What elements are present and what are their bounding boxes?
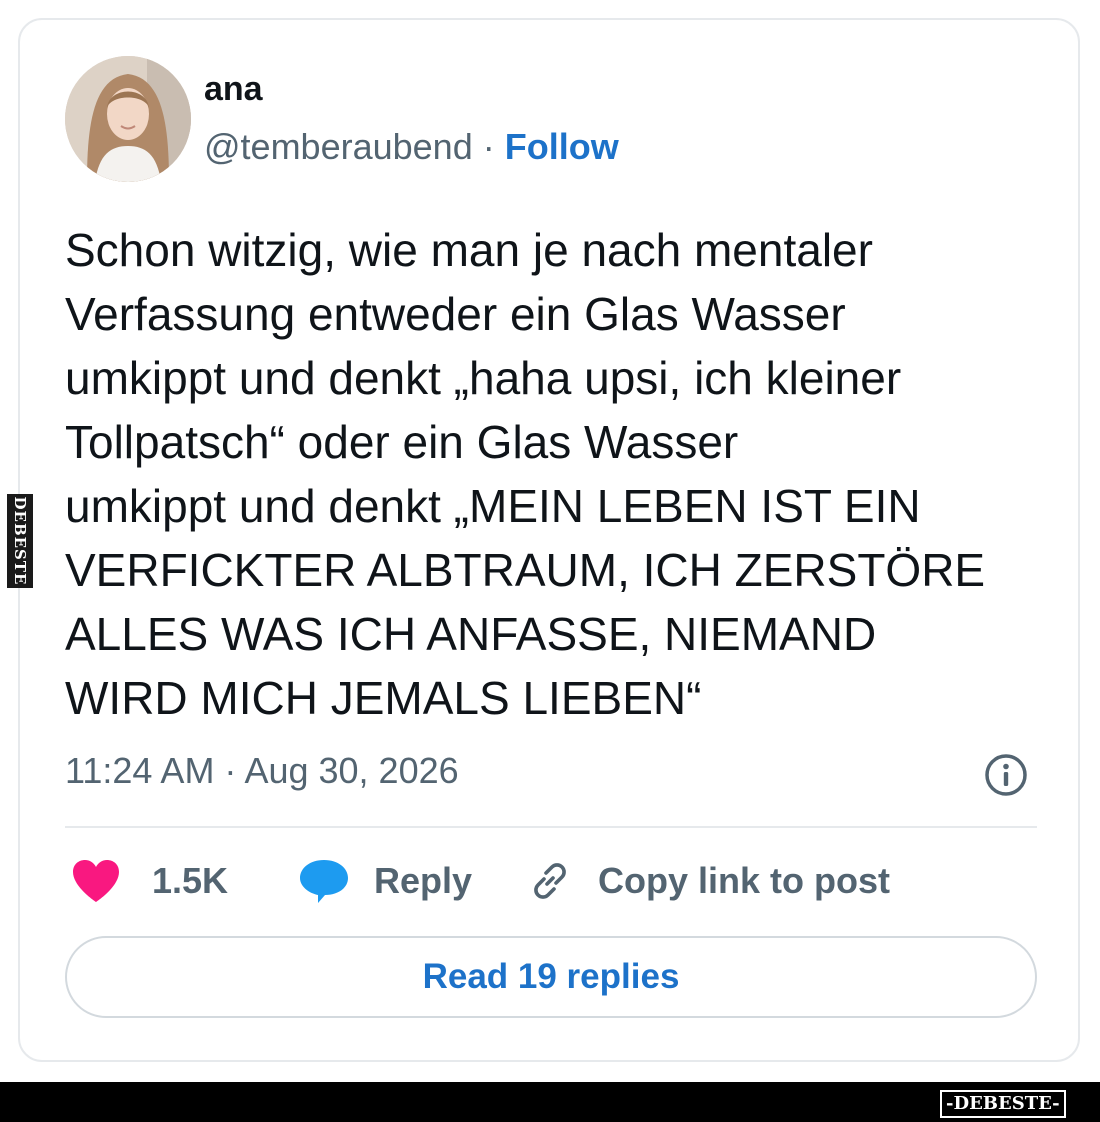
heart-icon [73,860,119,902]
read-replies-button[interactable]: Read 19 replies [65,936,1037,1018]
avatar-image [65,56,191,182]
user-handle[interactable]: @temberaubend [204,126,473,167]
reply-label: Reply [374,860,473,901]
like-button[interactable]: 1.5K [70,856,228,906]
tweet-line: ALLES WAS ICH ANFASSE, NIEMAND [65,608,877,660]
tweet-text: Schon witzig, wie man je nach mentaler V… [65,218,1065,730]
tweet-timestamp[interactable]: 11:24 AM · Aug 30, 2026 [65,750,459,792]
tweet-line: VERFICKTER ALBTRAUM, ICH ZERSTÖRE [65,544,986,596]
link-icon [534,863,566,899]
speech-bubble-icon [300,860,348,903]
reply-button[interactable]: Reply [298,856,472,906]
avatar[interactable] [65,56,191,182]
divider [65,826,1037,828]
side-watermark: DEBESTE [7,494,33,588]
info-circle-icon[interactable] [983,752,1029,798]
side-watermark-text: DEBESTE [11,496,29,586]
tweet-line: Schon witzig, wie man je nach mentaler [65,224,873,276]
tweet-line: Tollpatsch“ oder ein Glas Wasser [65,416,739,468]
like-count: 1.5K [152,860,229,901]
tweet-line: umkippt und denkt „haha upsi, ich kleine… [65,352,902,404]
follow-button[interactable]: Follow [505,126,619,167]
tweet-line: Verfassung entweder ein Glas Wasser [65,288,846,340]
tweet-line: umkippt und denkt „MEIN LEBEN IST EIN [65,480,921,532]
watermark-logo: -DEBESTE- [940,1090,1066,1118]
tweet-card: ana @temberaubend · Follow Schon witzig,… [18,18,1080,1062]
handle-row: @temberaubend · Follow [204,126,619,168]
handle-separator: · [482,126,495,167]
display-name[interactable]: ana [204,70,263,109]
copy-link-button[interactable]: Copy link to post [528,856,890,906]
tweet-line: WIRD MICH JEMALS LIEBEN“ [65,672,702,724]
bottom-watermark-bar: -DEBESTE- [0,1082,1100,1122]
copy-link-label: Copy link to post [598,860,890,901]
